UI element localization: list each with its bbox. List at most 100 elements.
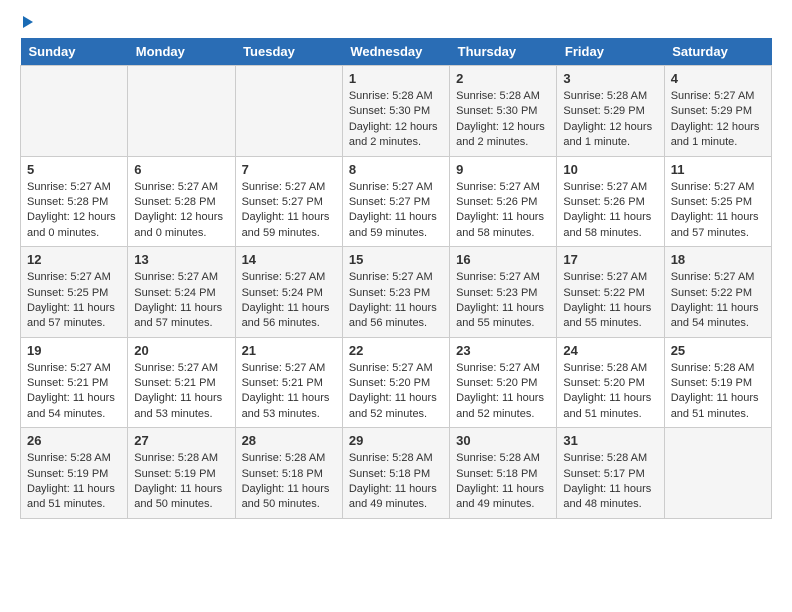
column-header-monday: Monday (128, 38, 235, 66)
day-info: Sunrise: 5:28 AMSunset: 5:18 PMDaylight:… (456, 451, 550, 513)
calendar-cell (664, 428, 771, 519)
calendar-cell: 8 Sunrise: 5:27 AMSunset: 5:27 PMDaylight… (342, 156, 449, 247)
calendar-cell: 7 Sunrise: 5:27 AMSunset: 5:27 PMDaylight… (235, 156, 342, 247)
calendar-cell: 6 Sunrise: 5:27 AMSunset: 5:28 PMDaylight… (128, 156, 235, 247)
day-number: 9 (456, 162, 550, 177)
calendar-cell: 4 Sunrise: 5:27 AMSunset: 5:29 PMDaylight… (664, 66, 771, 157)
day-number: 6 (134, 162, 228, 177)
day-info: Sunrise: 5:27 AMSunset: 5:24 PMDaylight:… (134, 270, 228, 332)
day-info: Sunrise: 5:27 AMSunset: 5:21 PMDaylight:… (27, 361, 121, 423)
logo (20, 20, 33, 28)
day-info: Sunrise: 5:28 AMSunset: 5:30 PMDaylight:… (456, 89, 550, 151)
calendar-cell: 3 Sunrise: 5:28 AMSunset: 5:29 PMDaylight… (557, 66, 664, 157)
day-info: Sunrise: 5:27 AMSunset: 5:27 PMDaylight:… (242, 180, 336, 242)
day-number: 14 (242, 252, 336, 267)
day-number: 22 (349, 343, 443, 358)
day-info: Sunrise: 5:27 AMSunset: 5:27 PMDaylight:… (349, 180, 443, 242)
calendar-cell: 27Sunrise: 5:28 AMSunset: 5:19 PMDayligh… (128, 428, 235, 519)
day-number: 25 (671, 343, 765, 358)
day-info: Sunrise: 5:28 AMSunset: 5:18 PMDaylight:… (242, 451, 336, 513)
column-header-saturday: Saturday (664, 38, 771, 66)
calendar-cell: 10 Sunrise: 5:27 AMSunset: 5:26 PMDayligh… (557, 156, 664, 247)
day-number: 20 (134, 343, 228, 358)
calendar-cell: 30 Sunrise: 5:28 AMSunset: 5:18 PMDayligh… (450, 428, 557, 519)
day-info: Sunrise: 5:27 AMSunset: 5:29 PMDaylight:… (671, 89, 765, 151)
day-info: Sunrise: 5:28 AMSunset: 5:29 PMDaylight:… (563, 89, 657, 151)
calendar-header-row: SundayMondayTuesdayWednesdayThursdayFrid… (21, 38, 772, 66)
calendar-cell: 24 Sunrise: 5:28 AMSunset: 5:20 PMDayligh… (557, 337, 664, 428)
calendar-cell: 15 Sunrise: 5:27 AMSunset: 5:23 PMDayligh… (342, 247, 449, 338)
day-info: Sunrise: 5:27 AMSunset: 5:20 PMDaylight:… (456, 361, 550, 423)
calendar-cell: 5 Sunrise: 5:27 AMSunset: 5:28 PMDaylight… (21, 156, 128, 247)
calendar-week-row: 5 Sunrise: 5:27 AMSunset: 5:28 PMDaylight… (21, 156, 772, 247)
day-info: Sunrise: 5:27 AMSunset: 5:24 PMDaylight:… (242, 270, 336, 332)
calendar-week-row: 19 Sunrise: 5:27 AMSunset: 5:21 PMDayligh… (21, 337, 772, 428)
day-info: Sunrise: 5:27 AMSunset: 5:26 PMDaylight:… (456, 180, 550, 242)
day-number: 30 (456, 433, 550, 448)
day-number: 12 (27, 252, 121, 267)
calendar-cell: 9 Sunrise: 5:27 AMSunset: 5:26 PMDaylight… (450, 156, 557, 247)
calendar-cell: 17 Sunrise: 5:27 AMSunset: 5:22 PMDayligh… (557, 247, 664, 338)
day-number: 28 (242, 433, 336, 448)
calendar-cell: 31Sunrise: 5:28 AMSunset: 5:17 PMDayligh… (557, 428, 664, 519)
calendar-cell: 28 Sunrise: 5:28 AMSunset: 5:18 PMDayligh… (235, 428, 342, 519)
day-number: 11 (671, 162, 765, 177)
day-info: Sunrise: 5:28 AMSunset: 5:19 PMDaylight:… (27, 451, 121, 513)
column-header-thursday: Thursday (450, 38, 557, 66)
calendar-cell (235, 66, 342, 157)
day-number: 5 (27, 162, 121, 177)
calendar-cell: 25 Sunrise: 5:28 AMSunset: 5:19 PMDayligh… (664, 337, 771, 428)
day-info: Sunrise: 5:28 AMSunset: 5:18 PMDaylight:… (349, 451, 443, 513)
calendar-cell: 23 Sunrise: 5:27 AMSunset: 5:20 PMDayligh… (450, 337, 557, 428)
day-number: 10 (563, 162, 657, 177)
day-info: Sunrise: 5:27 AMSunset: 5:23 PMDaylight:… (349, 270, 443, 332)
day-number: 17 (563, 252, 657, 267)
day-number: 4 (671, 71, 765, 86)
day-info: Sunrise: 5:27 AMSunset: 5:22 PMDaylight:… (563, 270, 657, 332)
day-info: Sunrise: 5:27 AMSunset: 5:25 PMDaylight:… (671, 180, 765, 242)
day-number: 15 (349, 252, 443, 267)
calendar-cell: 11 Sunrise: 5:27 AMSunset: 5:25 PMDayligh… (664, 156, 771, 247)
day-number: 26 (27, 433, 121, 448)
calendar-week-row: 12 Sunrise: 5:27 AMSunset: 5:25 PMDayligh… (21, 247, 772, 338)
day-number: 2 (456, 71, 550, 86)
day-number: 18 (671, 252, 765, 267)
day-number: 23 (456, 343, 550, 358)
day-info: Sunrise: 5:27 AMSunset: 5:25 PMDaylight:… (27, 270, 121, 332)
calendar-cell (128, 66, 235, 157)
day-info: Sunrise: 5:27 AMSunset: 5:21 PMDaylight:… (134, 361, 228, 423)
day-number: 8 (349, 162, 443, 177)
day-number: 21 (242, 343, 336, 358)
calendar-cell: 16 Sunrise: 5:27 AMSunset: 5:23 PMDayligh… (450, 247, 557, 338)
calendar-cell: 26 Sunrise: 5:28 AMSunset: 5:19 PMDayligh… (21, 428, 128, 519)
calendar-cell: 18 Sunrise: 5:27 AMSunset: 5:22 PMDayligh… (664, 247, 771, 338)
calendar-cell: 13Sunrise: 5:27 AMSunset: 5:24 PMDayligh… (128, 247, 235, 338)
calendar-cell: 29Sunrise: 5:28 AMSunset: 5:18 PMDayligh… (342, 428, 449, 519)
calendar-cell: 19 Sunrise: 5:27 AMSunset: 5:21 PMDayligh… (21, 337, 128, 428)
day-number: 7 (242, 162, 336, 177)
calendar-cell: 20 Sunrise: 5:27 AMSunset: 5:21 PMDayligh… (128, 337, 235, 428)
day-info: Sunrise: 5:28 AMSunset: 5:19 PMDaylight:… (671, 361, 765, 423)
day-info: Sunrise: 5:27 AMSunset: 5:26 PMDaylight:… (563, 180, 657, 242)
day-info: Sunrise: 5:28 AMSunset: 5:30 PMDaylight:… (349, 89, 443, 151)
calendar-cell: 22Sunrise: 5:27 AMSunset: 5:20 PMDayligh… (342, 337, 449, 428)
calendar-table: SundayMondayTuesdayWednesdayThursdayFrid… (20, 38, 772, 519)
calendar-cell: 2 Sunrise: 5:28 AMSunset: 5:30 PMDaylight… (450, 66, 557, 157)
day-info: Sunrise: 5:27 AMSunset: 5:28 PMDaylight:… (134, 180, 228, 242)
day-info: Sunrise: 5:28 AMSunset: 5:17 PMDaylight:… (563, 451, 657, 513)
day-info: Sunrise: 5:27 AMSunset: 5:23 PMDaylight:… (456, 270, 550, 332)
day-number: 3 (563, 71, 657, 86)
day-number: 19 (27, 343, 121, 358)
page-header (20, 20, 772, 28)
column-header-wednesday: Wednesday (342, 38, 449, 66)
day-number: 1 (349, 71, 443, 86)
logo-arrow-icon (23, 16, 33, 28)
day-number: 16 (456, 252, 550, 267)
calendar-week-row: 26 Sunrise: 5:28 AMSunset: 5:19 PMDayligh… (21, 428, 772, 519)
day-info: Sunrise: 5:27 AMSunset: 5:22 PMDaylight:… (671, 270, 765, 332)
day-info: Sunrise: 5:27 AMSunset: 5:28 PMDaylight:… (27, 180, 121, 242)
calendar-cell: 21 Sunrise: 5:27 AMSunset: 5:21 PMDayligh… (235, 337, 342, 428)
day-number: 24 (563, 343, 657, 358)
day-info: Sunrise: 5:28 AMSunset: 5:20 PMDaylight:… (563, 361, 657, 423)
day-info: Sunrise: 5:27 AMSunset: 5:21 PMDaylight:… (242, 361, 336, 423)
